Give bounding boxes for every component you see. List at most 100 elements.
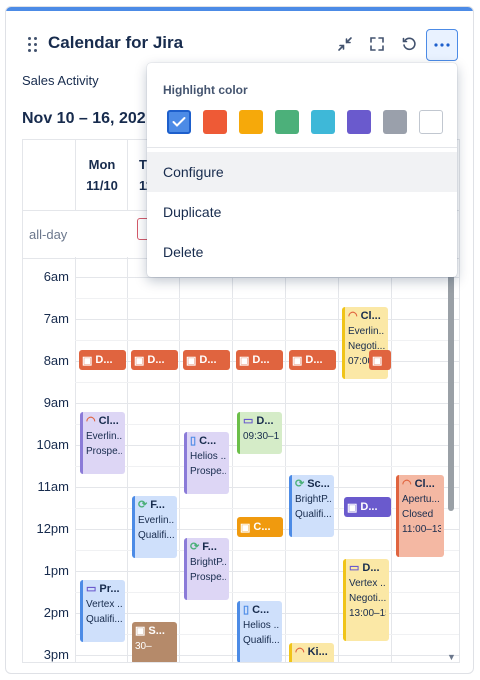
calendar-event-icon: ▣ [134, 354, 145, 367]
event-card[interactable]: ⟳ F... Everlin... Qualifi... [132, 496, 177, 558]
menu-item-configure[interactable]: Configure [147, 152, 457, 192]
color-swatch[interactable] [275, 110, 299, 134]
menu-item-delete[interactable]: Delete [147, 232, 457, 272]
calendar-event-icon: ▣ [239, 354, 250, 367]
day-column-divider [391, 257, 392, 662]
event-card[interactable]: ▣ S... 30– [132, 622, 177, 662]
refresh-button[interactable] [396, 31, 422, 57]
time-label: 8am [43, 353, 69, 368]
headset-icon: ◠ [86, 415, 96, 427]
event-card[interactable]: ▭ Pr... Vertex ... Qualifi... [80, 580, 125, 642]
calendar-subtitle: Sales Activity [22, 73, 99, 88]
calendar-event-icon: ▣ [240, 521, 251, 534]
day-date: 11/10 [86, 178, 118, 193]
day-column-divider [75, 257, 76, 662]
menu-item-duplicate[interactable]: Duplicate [147, 192, 457, 232]
color-swatch[interactable] [203, 110, 227, 134]
calendar-event-icon: ▣ [372, 354, 383, 367]
checkmark-icon [172, 117, 186, 127]
headset-icon: ◠ [402, 478, 412, 490]
calendar-event-icon: ▣ [82, 354, 93, 367]
headset-icon: ◠ [295, 646, 305, 658]
event-card[interactable]: ▣ C... [237, 517, 283, 537]
color-swatch[interactable] [383, 110, 407, 134]
more-options-button[interactable] [426, 29, 458, 61]
highlight-color-label: Highlight color [163, 83, 248, 97]
event-card[interactable]: ▭D... 09:30–10 [237, 412, 282, 454]
half-hour-gridline [75, 466, 459, 467]
presentation-icon: ▭ [243, 415, 254, 427]
hour-gridline [75, 319, 459, 320]
collapse-button[interactable] [332, 31, 358, 57]
collapse-icon [338, 37, 352, 51]
day-header-mon[interactable]: Mon 11/10 [75, 140, 128, 210]
time-label: 7am [43, 311, 69, 326]
day-column-divider [338, 257, 339, 662]
event-card[interactable]: ⟳ Sc... BrightP... Qualifi... [289, 475, 334, 537]
half-hour-gridline [75, 340, 459, 341]
event-card[interactable]: ▣ D... [344, 497, 391, 517]
time-label: 9am [43, 395, 69, 410]
calendar-event-icon: ▣ [135, 625, 146, 637]
timed-event-bar[interactable]: ▣ [369, 350, 391, 370]
fullscreen-icon [370, 37, 384, 51]
event-card[interactable]: ⟳F... BrightP... Prospe... [184, 538, 229, 600]
day-column-divider [285, 257, 286, 662]
presentation-icon: ▭ [86, 583, 97, 595]
color-swatch[interactable] [419, 110, 443, 134]
color-swatch[interactable] [347, 110, 371, 134]
more-options-icon [434, 43, 450, 47]
timed-event-bar[interactable]: ▣ D... [236, 350, 283, 370]
scroll-down-arrow-icon[interactable]: ▼ [447, 652, 456, 662]
gadget-header: Calendar for Jira [6, 11, 473, 69]
half-hour-gridline [75, 298, 459, 299]
fullscreen-button[interactable] [364, 31, 390, 57]
timed-event-bar[interactable]: ▣ D... [79, 350, 126, 370]
day-column-divider [232, 257, 233, 662]
hour-gridline [75, 571, 459, 572]
document-icon: ▯ [243, 604, 250, 616]
timed-event-bar[interactable]: ▣ D... [183, 350, 230, 370]
time-label: 12pm [36, 521, 69, 536]
day-column-divider [179, 257, 180, 662]
event-card[interactable]: ◠ Ki... [289, 643, 334, 662]
time-label: 11am [37, 479, 69, 494]
document-icon: ▯ [190, 435, 197, 447]
event-card[interactable]: ◠Cl... Everlin... Prospe... [80, 412, 125, 474]
event-card[interactable]: ▯C... Helios ... Prospe... [184, 432, 229, 494]
color-swatch[interactable] [311, 110, 335, 134]
calendar-event-icon: ▣ [186, 354, 197, 367]
more-options-menu: Highlight color Configure Duplicate Dele… [147, 63, 457, 277]
hour-gridline [75, 277, 459, 278]
event-card[interactable]: ◠ Cl... Apertu... Closed 11:00–13 [396, 475, 444, 557]
timed-event-bar[interactable]: ▣ D... [289, 350, 336, 370]
time-label: 3pm [43, 647, 69, 662]
half-hour-gridline [75, 592, 459, 593]
time-label: 6am [43, 269, 69, 284]
menu-divider [147, 147, 457, 148]
date-range-title: Nov 10 – 16, 202 [22, 110, 146, 127]
sync-icon: ⟳ [138, 499, 148, 511]
event-card[interactable]: ▭D... Vertex ... Negoti... 13:00–15 [343, 559, 389, 641]
day-name: Mon [88, 157, 116, 172]
presentation-icon: ▭ [349, 562, 360, 574]
day-column-divider [127, 257, 128, 662]
calendar-event-icon: ▣ [292, 354, 303, 367]
refresh-icon [402, 37, 416, 51]
sync-icon: ⟳ [190, 541, 200, 553]
time-label: 1pm [43, 563, 69, 578]
gadget-title: Calendar for Jira [48, 33, 184, 52]
color-swatch[interactable] [239, 110, 263, 134]
hour-gridline [75, 403, 459, 404]
timed-event-bar[interactable]: ▣ D... [131, 350, 178, 370]
all-day-label: all-day [29, 227, 68, 242]
drag-handle-icon[interactable] [28, 37, 40, 53]
calendar-event-icon: ▣ [347, 501, 358, 514]
scrollbar-thumb[interactable] [448, 269, 454, 511]
half-hour-gridline [75, 382, 459, 383]
sync-icon: ⟳ [295, 478, 305, 490]
vertical-scrollbar[interactable] [447, 269, 455, 649]
time-label: 10am [36, 437, 69, 452]
event-card[interactable]: ▯ C... Helios ... Qualifi... [237, 601, 282, 662]
color-swatch-selected[interactable] [167, 110, 191, 134]
